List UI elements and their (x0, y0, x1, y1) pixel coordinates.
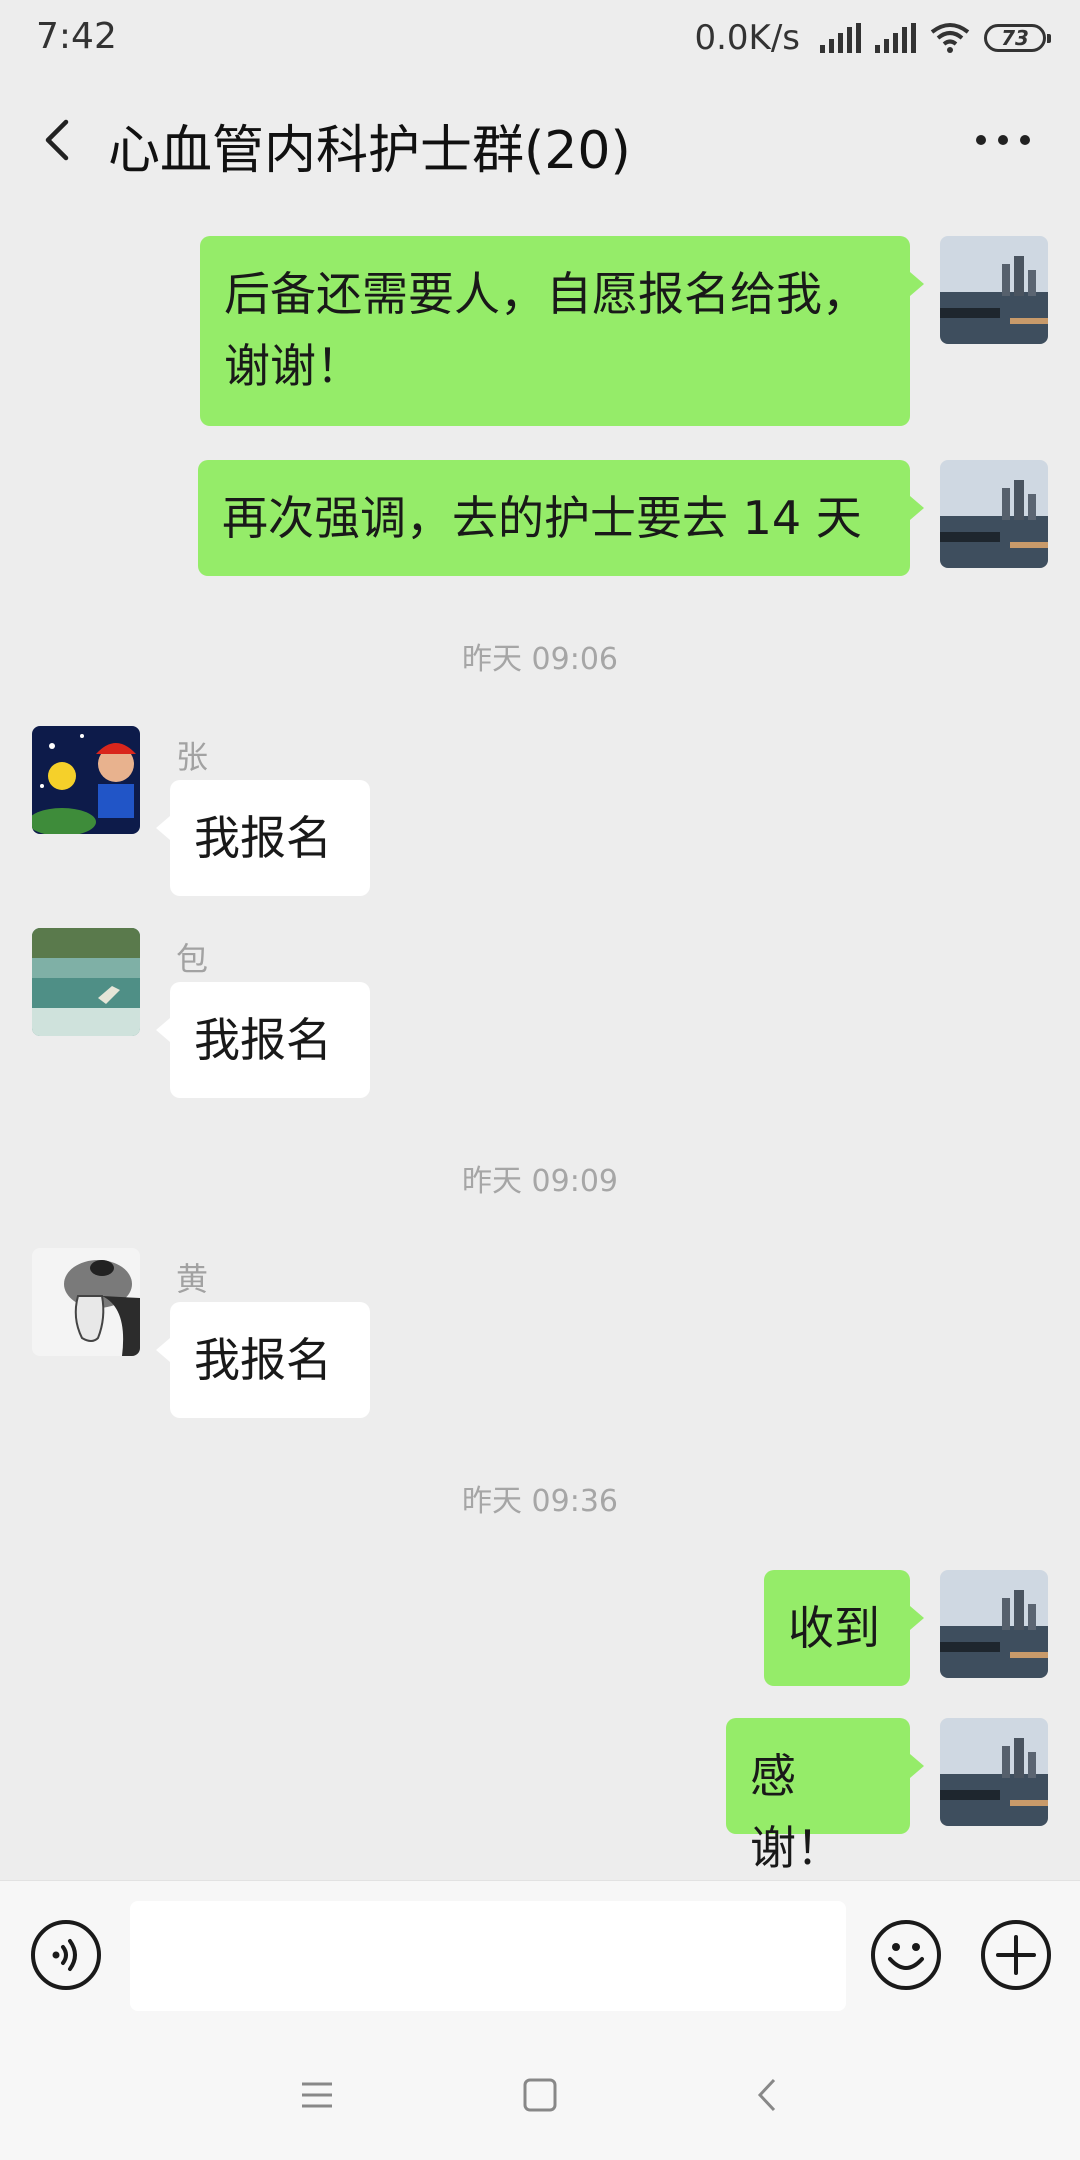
more-dots-icon[interactable] (976, 120, 1036, 160)
message-text-line: 后备还需要人，自愿报名给我， (224, 267, 868, 321)
message-input[interactable] (130, 1901, 846, 2011)
chevron-left-icon[interactable] (32, 112, 88, 168)
system-nav-bar (0, 2030, 1080, 2160)
message-bubble[interactable]: 后备还需要人，自愿报名给我， 谢谢！ (200, 236, 924, 426)
avatar[interactable] (940, 1718, 1048, 1826)
signal-icon (820, 23, 861, 53)
avatar[interactable] (940, 1570, 1048, 1678)
avatar[interactable] (32, 928, 140, 1036)
timestamp: 昨天 09:36 (462, 1484, 618, 1519)
network-speed: 0.0K/s (694, 18, 800, 58)
avatar[interactable] (32, 1248, 140, 1356)
message-bubble[interactable]: 收到 (764, 1570, 924, 1686)
battery-icon: 73 (984, 24, 1051, 52)
home-icon[interactable] (515, 2070, 565, 2120)
emoji-icon[interactable] (870, 1919, 942, 1991)
message-text-line: 谢谢！ (224, 339, 362, 393)
message-bubble[interactable]: 我报名 (156, 780, 370, 896)
back-icon[interactable] (742, 2070, 792, 2120)
wifi-icon (930, 23, 970, 53)
avatar[interactable] (32, 726, 140, 834)
input-bar (0, 1880, 1080, 2031)
message-bubble[interactable]: 我报名 (156, 1302, 370, 1418)
avatar[interactable] (940, 460, 1048, 568)
status-icons: 0.0K/s 73 (694, 16, 1051, 60)
plus-icon[interactable] (980, 1919, 1052, 1991)
message-bubble[interactable]: 我报名 (156, 982, 370, 1098)
timestamp: 昨天 09:06 (462, 642, 618, 677)
voice-icon[interactable] (30, 1919, 102, 1991)
message-bubble[interactable]: 感谢！ (726, 1718, 924, 1875)
chat-title: 心血管内科护士群(20) (108, 121, 631, 181)
message-bubble[interactable]: 再次强调，去的护士要去 14 天 (198, 460, 924, 576)
chat-header: 心血管内科护士群(20) (0, 90, 1080, 190)
status-time: 7:42 (36, 16, 117, 57)
menu-icon[interactable] (292, 2070, 342, 2120)
signal-icon (875, 23, 916, 53)
avatar[interactable] (940, 236, 1048, 344)
timestamp: 昨天 09:09 (462, 1164, 618, 1199)
status-bar: 7:42 0.0K/s 73 (0, 0, 1080, 80)
